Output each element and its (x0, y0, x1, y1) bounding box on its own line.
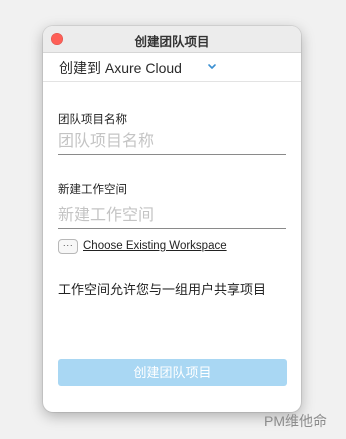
browse-workspace-button[interactable]: ··· (58, 239, 78, 254)
choose-existing-workspace-link[interactable]: Choose Existing Workspace (83, 240, 227, 252)
workspace-info-text: 工作空间允许您与一组用户共享项目 (58, 282, 267, 297)
create-team-project-button[interactable]: 创建团队项目 (58, 359, 287, 386)
project-name-label: 团队项目名称 (58, 114, 127, 126)
title-bar: 创建团队项目 (43, 26, 301, 53)
watermark: PM维他命 (264, 413, 327, 429)
dialog-window: 创建团队项目 创建到 Axure Cloud 团队项目名称 新建工作空间 ···… (43, 26, 301, 412)
chevron-down-icon (208, 64, 216, 69)
server-select[interactable]: 创建到 Axure Cloud (43, 53, 301, 82)
workspace-label: 新建工作空间 (58, 184, 127, 196)
workspace-name-input[interactable] (58, 204, 286, 229)
window-title: 创建团队项目 (134, 35, 210, 49)
project-name-input[interactable] (58, 130, 286, 155)
server-select-value: 创建到 Axure Cloud (59, 60, 182, 76)
